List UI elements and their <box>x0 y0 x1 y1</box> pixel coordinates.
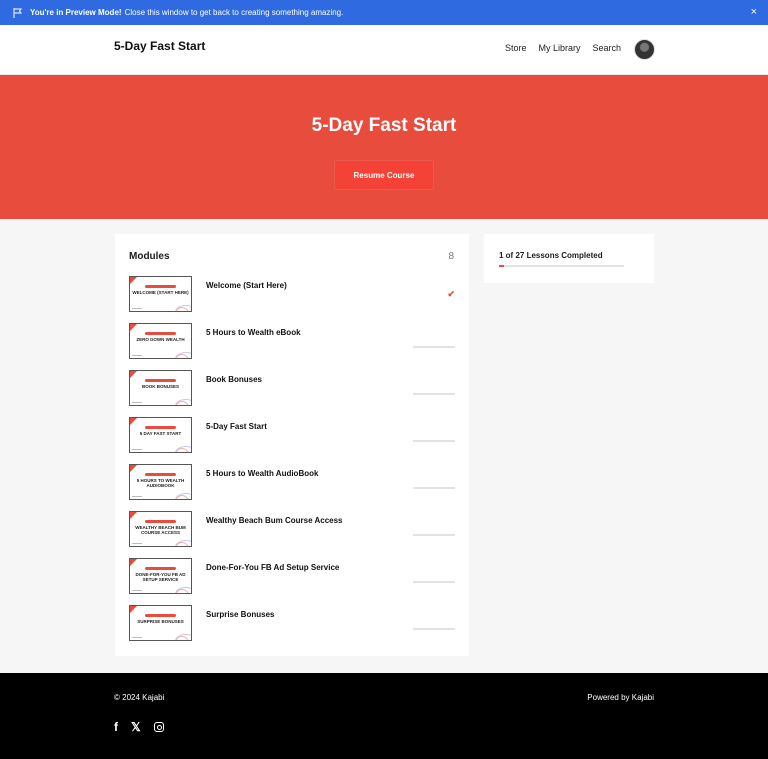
module-row[interactable]: SURPRISE BONUSES Surprise Bonuses <box>129 605 455 641</box>
module-row[interactable]: 5 DAY FAST START 5-Day Fast Start <box>129 417 455 453</box>
nav-store[interactable]: Store <box>505 43 527 53</box>
module-progress-bar <box>413 534 455 536</box>
module-progress-bar <box>413 628 455 630</box>
check-icon: ✔ <box>447 289 455 299</box>
module-name[interactable]: Welcome (Start Here) <box>206 281 287 290</box>
facebook-icon[interactable]: f <box>114 720 118 734</box>
thumbnail-label: BOOK BONUSES <box>141 384 179 389</box>
progress-card: 1 of 27 Lessons Completed <box>484 234 654 283</box>
resume-course-button[interactable]: Resume Course <box>335 161 433 189</box>
module-row[interactable]: 5 HOURS TO WEALTH AUDIOBOOK 5 Hours to W… <box>129 464 455 500</box>
modules-count: 8 <box>448 251 454 262</box>
module-thumbnail[interactable]: DONE-FOR-YOU FB AD SETUP SERVICE <box>129 558 192 594</box>
copyright: © 2024 Kajabi <box>114 693 165 702</box>
site-header: 5-Day Fast Start Store My Library Search <box>0 25 768 75</box>
lessons-completed-text: 1 of 27 Lessons Completed <box>499 251 603 260</box>
module-thumbnail[interactable]: 5 DAY FAST START <box>129 417 192 453</box>
thumbnail-label: 5 HOURS TO WEALTH AUDIOBOOK <box>136 478 185 488</box>
instagram-icon[interactable] <box>153 722 164 732</box>
module-name[interactable]: Wealthy Beach Bum Course Access <box>206 516 343 525</box>
module-row[interactable]: WELCOME (START HERE) Welcome (Start Here… <box>129 276 455 312</box>
thumbnail-label: 5 DAY FAST START <box>139 431 182 436</box>
flag-icon <box>13 7 22 18</box>
preview-banner: You're in Preview Mode! Close this windo… <box>0 0 768 25</box>
modules-title: Modules <box>129 251 170 262</box>
module-name[interactable]: 5 Hours to Wealth AudioBook <box>206 469 318 478</box>
module-name[interactable]: 5-Day Fast Start <box>206 422 267 431</box>
module-row[interactable]: BOOK BONUSES Book Bonuses <box>129 370 455 406</box>
nav-search[interactable]: Search <box>593 43 622 53</box>
preview-mode-label: You're in Preview Mode! <box>30 8 122 17</box>
module-name[interactable]: Book Bonuses <box>206 375 262 384</box>
nav-my-library[interactable]: My Library <box>539 43 581 53</box>
thumbnail-label: DONE-FOR-YOU FB AD SETUP SERVICE <box>135 572 186 582</box>
site-footer: © 2024 Kajabi Powered by Kajabi f 𝕏 <box>0 673 768 759</box>
module-row[interactable]: ZERO DOWN WEALTH 5 Hours to Wealth eBook <box>129 323 455 359</box>
module-row[interactable]: WEALTHY BEACH BUM COURSE ACCESS Wealthy … <box>129 511 455 547</box>
course-progress-track <box>499 265 624 267</box>
module-name[interactable]: Done-For-You FB Ad Setup Service <box>206 563 339 572</box>
module-thumbnail[interactable]: SURPRISE BONUSES <box>129 605 192 641</box>
close-icon[interactable]: × <box>751 6 757 18</box>
thumbnail-label: WELCOME (START HERE) <box>132 290 189 295</box>
module-progress-bar <box>413 581 455 583</box>
course-progress-fill <box>499 265 504 267</box>
module-thumbnail[interactable]: WELCOME (START HERE) <box>129 276 192 312</box>
preview-message: Close this window to get back to creatin… <box>124 8 344 17</box>
module-thumbnail[interactable]: WEALTHY BEACH BUM COURSE ACCESS <box>129 511 192 547</box>
module-progress-bar <box>413 487 455 489</box>
module-progress-bar <box>413 393 455 395</box>
main-nav: Store My Library Search <box>505 43 621 53</box>
module-row[interactable]: DONE-FOR-YOU FB AD SETUP SERVICE Done-Fo… <box>129 558 455 594</box>
powered-by-link[interactable]: Powered by Kajabi <box>587 693 654 702</box>
thumbnail-label: ZERO DOWN WEALTH <box>136 337 185 342</box>
module-progress-bar <box>413 346 455 348</box>
module-name[interactable]: 5 Hours to Wealth eBook <box>206 328 301 337</box>
thumbnail-label: WEALTHY BEACH BUM COURSE ACCESS <box>135 525 186 535</box>
x-icon[interactable]: 𝕏 <box>131 720 141 734</box>
module-thumbnail[interactable]: ZERO DOWN WEALTH <box>129 323 192 359</box>
module-name[interactable]: Surprise Bonuses <box>206 610 274 619</box>
page-title: 5-Day Fast Start <box>311 115 457 136</box>
site-title[interactable]: 5-Day Fast Start <box>114 39 205 53</box>
module-thumbnail[interactable]: 5 HOURS TO WEALTH AUDIOBOOK <box>129 464 192 500</box>
module-thumbnail[interactable]: BOOK BONUSES <box>129 370 192 406</box>
modules-panel: Modules 8 WELCOME (START HERE) Welcome (… <box>115 234 469 656</box>
hero-banner: 5-Day Fast Start Resume Course <box>0 75 768 219</box>
social-links: f 𝕏 <box>114 720 164 734</box>
avatar[interactable] <box>634 39 655 60</box>
thumbnail-label: SURPRISE BONUSES <box>137 619 184 624</box>
module-progress-bar <box>413 440 455 442</box>
